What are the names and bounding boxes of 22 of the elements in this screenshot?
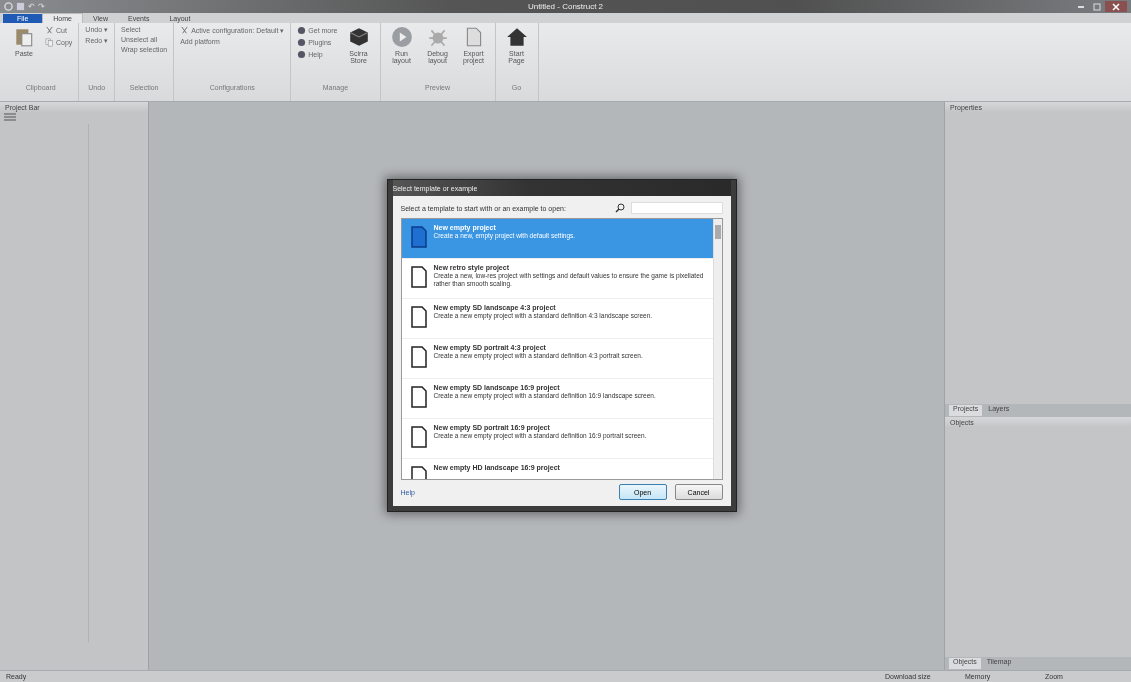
close-icon <box>1111 1 1121 12</box>
scrollbar[interactable] <box>712 219 722 479</box>
save-icon[interactable] <box>16 2 25 11</box>
search-icon[interactable] <box>614 203 625 213</box>
copy-icon <box>45 38 54 47</box>
maximize-icon <box>1092 1 1102 12</box>
document-icon <box>409 386 428 408</box>
play-icon <box>390 26 413 48</box>
close-button[interactable] <box>1105 1 1127 12</box>
document-icon <box>409 346 428 368</box>
document-icon <box>409 226 428 248</box>
clipboard-icon <box>13 26 35 48</box>
document-icon <box>409 426 428 448</box>
window-title: Untitled - Construct 2 <box>526 2 605 11</box>
document-icon <box>409 306 428 328</box>
search-field[interactable] <box>630 202 723 214</box>
box-icon <box>347 26 370 48</box>
minimize-icon <box>1078 5 1084 8</box>
home-icon <box>505 26 528 48</box>
list-icon[interactable] <box>4 113 16 121</box>
app-logo-icon[interactable] <box>4 2 13 11</box>
document-icon <box>409 266 428 288</box>
